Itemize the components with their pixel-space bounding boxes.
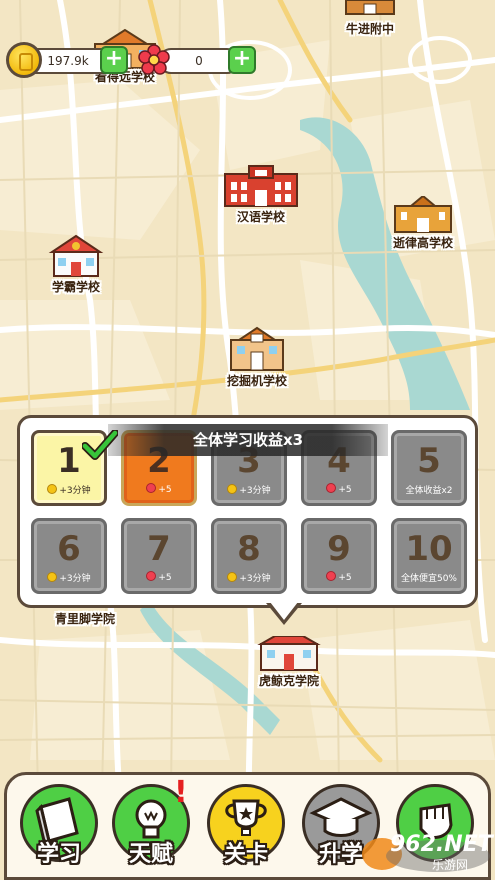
level-reward: +5 <box>304 483 374 495</box>
school-building-icon <box>230 326 284 371</box>
add-coins-button[interactable]: + <box>100 46 128 74</box>
school-label: 挖掘机学校 <box>226 374 287 388</box>
flower-icon <box>138 44 170 75</box>
school-label: 青里脚学院 <box>54 612 115 626</box>
school-label: 牛进附中 <box>345 22 394 36</box>
nav-talent-label: 天赋 <box>128 842 173 867</box>
level-reward: +3分钟 <box>214 571 284 584</box>
school-hujingke[interactable]: 虎鲸克学院 <box>244 635 334 689</box>
flower-icon <box>146 571 157 581</box>
level-number: 7 <box>147 529 171 569</box>
level-reward: 全体收益x2 <box>405 486 453 496</box>
flower-icon <box>146 483 157 493</box>
nav-study-label: 学习 <box>36 842 81 867</box>
school-xueba[interactable]: 学霸学校 <box>36 234 116 295</box>
school-label: 逝律高学校 <box>392 236 453 250</box>
level-reward: +5 <box>124 483 194 495</box>
coin-icon <box>227 484 238 494</box>
watermark-brand: 962.NET <box>390 832 493 857</box>
level-tile-8[interactable]: 8 +3分钟 <box>211 518 287 594</box>
flower-icon <box>326 571 337 581</box>
level-tile-10[interactable]: 10 全体便宜50% <box>391 518 467 594</box>
coin-amount: 197.9k <box>47 54 89 68</box>
school-building-icon <box>394 194 452 233</box>
school-qinglijiao[interactable]: 青里脚学院 <box>40 610 130 627</box>
level-number: 6 <box>57 529 81 569</box>
school-building-icon <box>48 234 104 277</box>
level-reward: +3分钟 <box>214 483 284 496</box>
school-label: 学霸学校 <box>51 280 100 294</box>
level-reward: +5 <box>124 571 194 583</box>
coin-icon <box>47 572 58 582</box>
school-building-icon <box>224 165 298 207</box>
coin-icon <box>47 484 58 494</box>
school-label: 虎鲸克学院 <box>258 674 319 688</box>
level-number: 5 <box>417 441 441 481</box>
watermark-sub: 乐游网 <box>432 858 469 872</box>
school-wajueji[interactable]: 挖掘机学校 <box>212 326 302 389</box>
coin-icon <box>6 42 42 78</box>
school-building-icon <box>257 635 321 671</box>
flower-icon <box>326 483 337 493</box>
level-tile-9[interactable]: 9 +5 <box>301 518 377 594</box>
school-shilv[interactable]: 逝律高学校 <box>378 194 468 251</box>
add-flowers-button[interactable]: + <box>228 46 256 74</box>
coin-icon <box>227 572 238 582</box>
flower-amount: 0 <box>195 54 203 68</box>
level-tile-5[interactable]: 5 全体收益x2 <box>391 430 467 506</box>
level-tile-6[interactable]: 6 +3分钟 <box>31 518 107 594</box>
school-hanyu[interactable]: 汉语学校 <box>216 164 306 225</box>
level-bonus-banner: 全体学习收益x3 <box>108 424 388 456</box>
checkmark-icon <box>82 430 118 460</box>
school-label: 汉语学校 <box>236 210 285 224</box>
level-number: 10 <box>405 529 453 569</box>
nav-level-label: 关卡 <box>223 842 268 867</box>
school-niujin[interactable]: 牛进附中 <box>335 0 405 37</box>
level-reward: 全体便宜50% <box>400 574 457 584</box>
level-reward: +3分钟 <box>34 571 104 584</box>
alert-badge: ! <box>174 775 188 810</box>
level-number: 9 <box>327 529 351 569</box>
level-number: 8 <box>237 529 261 569</box>
level-tile-7[interactable]: 7 +5 <box>121 518 197 594</box>
level-reward: +3分钟 <box>34 483 104 496</box>
school-building-icon <box>345 0 395 15</box>
level-reward: +5 <box>304 571 374 583</box>
